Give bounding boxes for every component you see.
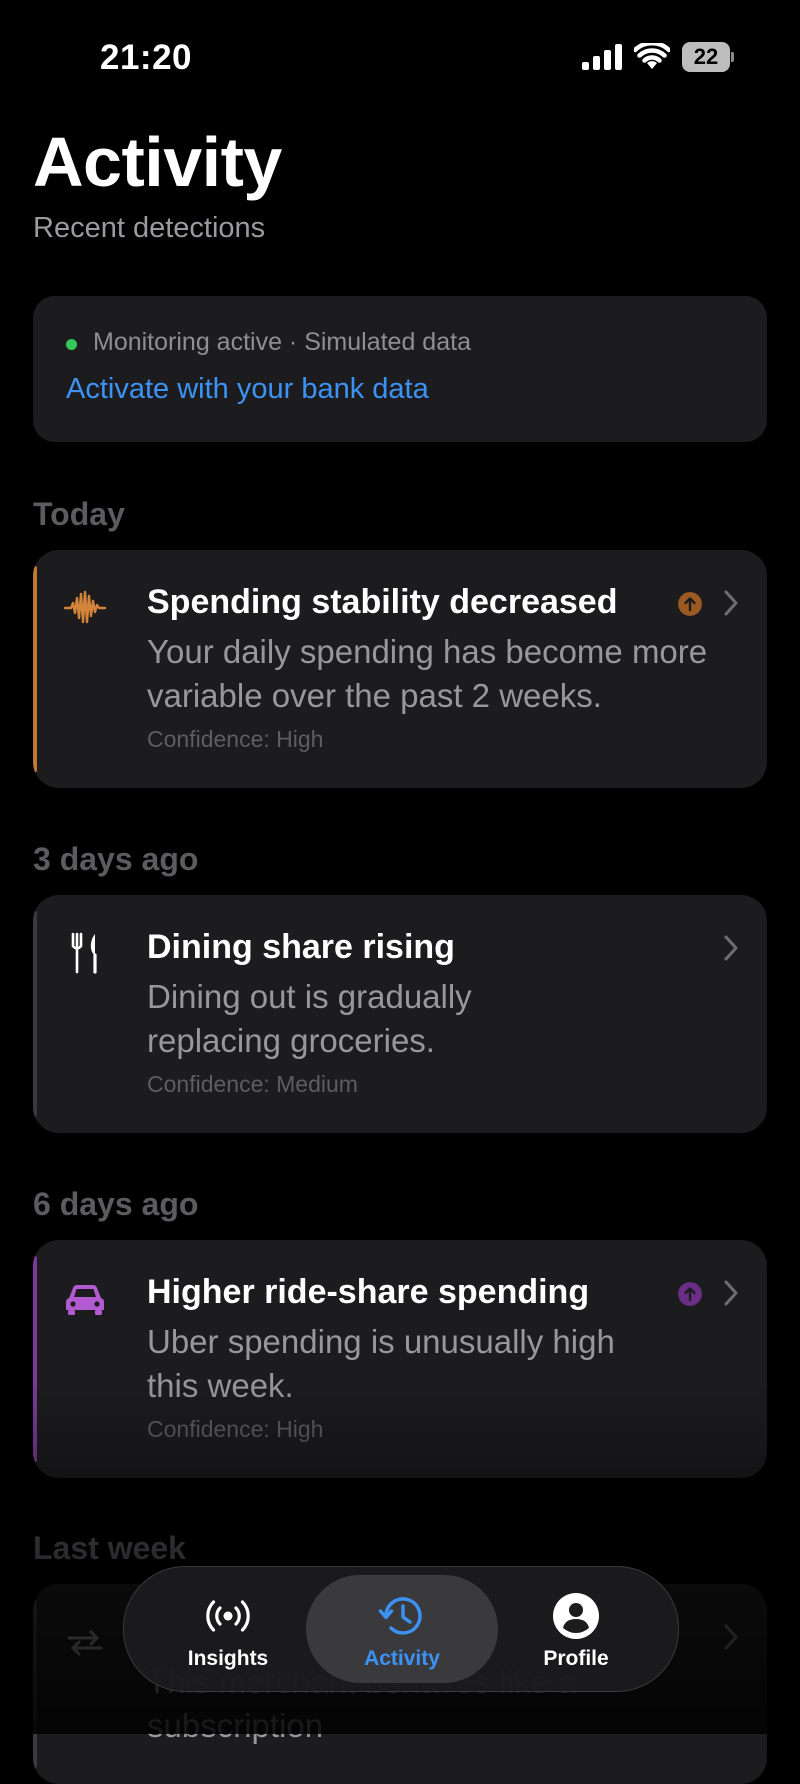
- wifi-icon: [634, 43, 670, 69]
- card-accent-bar: [33, 911, 37, 1117]
- tab-insights[interactable]: Insights: [138, 1575, 318, 1683]
- repeat-icon: [67, 1630, 103, 1656]
- card-title: Higher ride-share spending: [147, 1273, 590, 1311]
- tab-profile[interactable]: Profile: [486, 1575, 666, 1683]
- activate-bank-data-link[interactable]: Activate with your bank data: [66, 373, 429, 406]
- chevron-right-icon: [724, 935, 738, 961]
- monitoring-banner: Monitoring active · Simulated data Activ…: [33, 296, 767, 442]
- cellular-signal-icon: [582, 44, 622, 70]
- history-icon: [378, 1597, 422, 1635]
- status-icons: 22: [582, 42, 734, 72]
- waveform-icon: [63, 590, 107, 624]
- section-label-last-week: Last week: [33, 1530, 186, 1566]
- tab-label: Profile: [543, 1647, 609, 1670]
- card-accent-bar: [33, 1600, 37, 1768]
- arrow-up-circle-icon: [678, 1282, 702, 1306]
- detection-card-ride-share[interactable]: Higher ride-share spending Uber spending…: [33, 1240, 767, 1478]
- card-title: Dining share rising: [147, 928, 455, 966]
- status-bar: 21:20 22: [0, 0, 800, 110]
- chevron-right-icon: [724, 1624, 738, 1650]
- page-title: Activity: [33, 123, 282, 201]
- card-confidence: Confidence: High: [147, 1416, 324, 1442]
- fork-knife-icon: [71, 932, 97, 974]
- card-confidence: Confidence: High: [147, 726, 324, 752]
- status-time: 21:20: [100, 38, 193, 77]
- person-circle-icon: [553, 1593, 599, 1639]
- tab-activity[interactable]: Activity: [306, 1575, 498, 1683]
- tab-label: Activity: [364, 1647, 440, 1670]
- chevron-right-icon: [724, 590, 738, 616]
- page-subtitle: Recent detections: [33, 212, 266, 244]
- monitoring-status-text: Monitoring active · Simulated data: [93, 328, 471, 356]
- tab-bar: Insights Activity Profile: [123, 1566, 679, 1692]
- section-label-3-days-ago: 3 days ago: [33, 841, 199, 877]
- card-confidence: Confidence: Medium: [147, 1071, 358, 1097]
- detection-card-dining-share[interactable]: Dining share rising Dining out is gradua…: [33, 895, 767, 1133]
- battery-level: 22: [682, 42, 730, 72]
- arrow-up-circle-icon: [678, 592, 702, 616]
- card-accent-bar: [33, 566, 37, 772]
- card-description: Uber spending is unusually high this wee…: [147, 1323, 615, 1404]
- section-label-6-days-ago: 6 days ago: [33, 1186, 199, 1222]
- broadcast-icon: [206, 1600, 250, 1632]
- card-title: Spending stability decreased: [147, 583, 618, 621]
- card-accent-bar: [33, 1256, 37, 1462]
- monitoring-status-dot: [66, 339, 77, 350]
- tab-label: Insights: [187, 1647, 269, 1670]
- car-icon: [66, 1285, 104, 1315]
- card-description: Dining out is gradually replacing grocer…: [147, 978, 472, 1059]
- chevron-right-icon: [724, 1280, 738, 1306]
- detection-card-spending-stability[interactable]: Spending stability decreased Your daily …: [33, 550, 767, 788]
- card-description: Your daily spending has become more vari…: [147, 633, 708, 714]
- section-label-today: Today: [33, 496, 125, 532]
- battery-icon: 22: [682, 42, 734, 72]
